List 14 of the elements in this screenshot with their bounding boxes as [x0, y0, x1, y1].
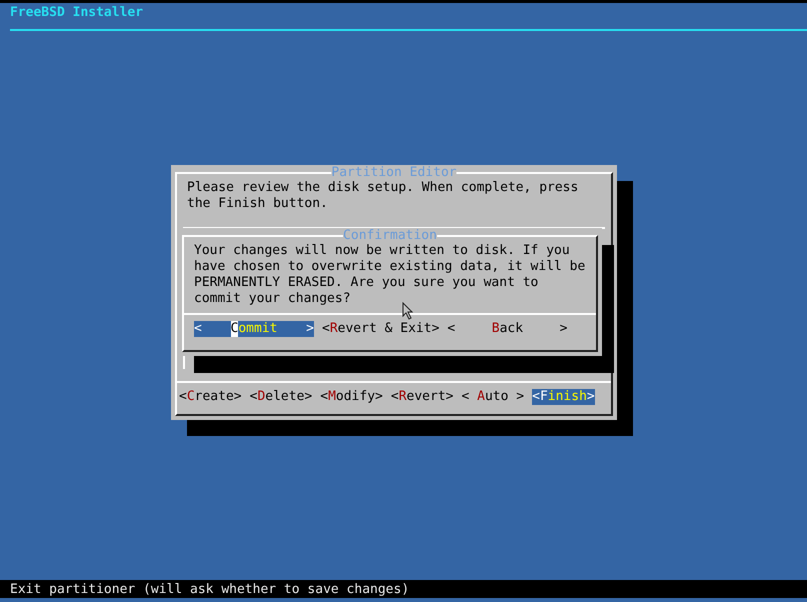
dialog-button[interactable]: <Delete>	[250, 389, 312, 405]
status-text: Exit partitioner (will ask whether to save changes)	[10, 582, 410, 596]
dialog-button[interactable]: < Commit >	[194, 321, 314, 337]
dialog-button[interactable]: <Revert & Exit>	[322, 321, 440, 337]
dialog-button[interactable]: < Back >	[447, 321, 568, 337]
mouse-pointer-icon	[402, 302, 414, 320]
dialog-button[interactable]: <Finish>	[532, 389, 595, 405]
dialog-button[interactable]: <Modify>	[320, 389, 383, 405]
dialog-button[interactable]: < Auto >	[462, 389, 524, 405]
dialog-button[interactable]: <Create>	[179, 389, 242, 405]
prompt-text: Please review the disk setup. When complete, press the Finish button.	[187, 180, 580, 212]
confirmation-message: Your changes will now be written to disk. If you have chosen to overwrite existing data, it will be PERMANENTLY ERASED. Are you sure you want to commit your changes?	[194, 243, 586, 307]
dialog-button[interactable]: <Revert>	[390, 389, 454, 405]
installer-title: FreeBSD Installer	[10, 5, 144, 20]
